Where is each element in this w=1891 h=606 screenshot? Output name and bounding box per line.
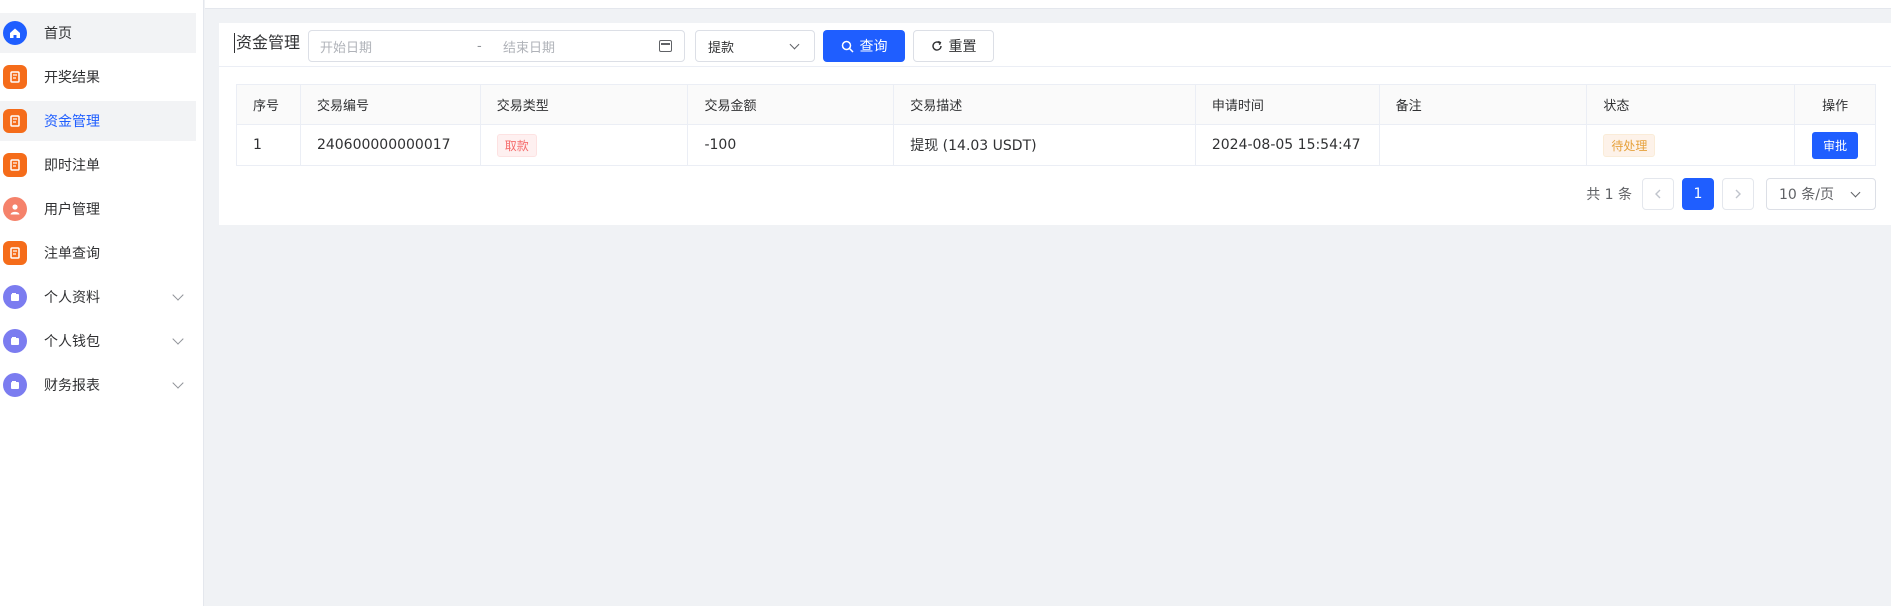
document-icon xyxy=(3,109,27,133)
sidebar-item-label: 首页 xyxy=(44,26,72,42)
status-badge: 待处理 xyxy=(1603,133,1656,157)
sidebar-item-funds[interactable]: 资金管理 xyxy=(0,101,196,141)
top-bar xyxy=(205,0,1891,9)
folder-icon xyxy=(3,285,27,309)
document-icon xyxy=(3,65,27,89)
reset-button[interactable]: 重置 xyxy=(913,30,994,62)
prev-page-button[interactable] xyxy=(1642,178,1674,210)
refresh-icon xyxy=(931,40,942,51)
approve-button[interactable]: 审批 xyxy=(1812,131,1859,159)
header-status: 状态 xyxy=(1587,85,1796,124)
search-icon xyxy=(841,40,854,53)
sidebar-item-profile[interactable]: 个人资料 xyxy=(0,277,196,317)
calendar-icon[interactable] xyxy=(659,40,672,52)
page-size-value: 10 条/页 xyxy=(1779,187,1834,203)
cell-status: 待处理 xyxy=(1587,125,1796,165)
home-icon xyxy=(3,21,27,45)
sidebar-item-home[interactable]: 首页 xyxy=(0,13,196,53)
page-title: 资金管理 xyxy=(234,33,301,53)
pagination: 共 1 条 1 10 条/页 xyxy=(1586,178,1876,210)
sidebar-item-label: 注单查询 xyxy=(44,246,100,262)
transaction-type-select[interactable]: 提款 xyxy=(695,30,815,62)
chevron-down-icon xyxy=(789,39,800,50)
folder-icon xyxy=(3,329,27,353)
document-icon xyxy=(3,241,27,265)
cell-time: 2024-08-05 15:54:47 xyxy=(1196,125,1380,165)
cell-amount: -100 xyxy=(688,125,895,165)
sidebar-item-label: 个人资料 xyxy=(44,290,100,306)
search-button-label: 查询 xyxy=(859,39,888,55)
sidebar-item-bet-query[interactable]: 注单查询 xyxy=(0,233,196,273)
sidebar-item-wallet[interactable]: 个人钱包 xyxy=(0,321,196,361)
user-icon xyxy=(3,197,27,221)
search-button[interactable]: 查询 xyxy=(823,30,905,62)
table-header: 序号 交易编号 交易类型 交易金额 交易描述 申请时间 备注 状态 操作 xyxy=(237,85,1875,125)
cell-remark xyxy=(1380,125,1588,165)
filter-bar: 资金管理 开始日期 - 结束日期 提款 查询 重置 xyxy=(219,23,1891,67)
chevron-left-icon xyxy=(1655,189,1661,199)
header-type: 交易类型 xyxy=(481,85,689,124)
reset-button-label: 重置 xyxy=(948,39,977,55)
select-value: 提款 xyxy=(708,40,735,56)
cell-index: 1 xyxy=(237,125,301,165)
sidebar-item-users[interactable]: 用户管理 xyxy=(0,189,196,229)
folder-icon xyxy=(3,373,27,397)
chevron-down-icon xyxy=(172,377,184,389)
header-remark: 备注 xyxy=(1380,85,1588,124)
document-icon xyxy=(3,153,27,177)
sidebar-item-finance-reports[interactable]: 财务报表 xyxy=(0,365,196,405)
page-size-select[interactable]: 10 条/页 xyxy=(1766,178,1876,210)
sidebar-item-label: 即时注单 xyxy=(44,158,100,174)
cell-type: 取款 xyxy=(481,125,689,165)
sidebar-item-label: 开奖结果 xyxy=(44,70,100,86)
sidebar-item-label: 用户管理 xyxy=(44,202,100,218)
header-desc: 交易描述 xyxy=(894,85,1196,124)
date-range-picker[interactable]: 开始日期 - 结束日期 xyxy=(308,30,685,62)
next-page-button[interactable] xyxy=(1722,178,1754,210)
header-txn-no: 交易编号 xyxy=(301,85,481,124)
pagination-total: 共 1 条 xyxy=(1586,187,1632,203)
type-tag: 取款 xyxy=(496,133,537,157)
end-date-input[interactable]: 结束日期 xyxy=(503,37,555,56)
cell-txn-no: 240600000000017 xyxy=(301,125,481,165)
chevron-right-icon xyxy=(1735,189,1741,199)
header-index: 序号 xyxy=(237,85,301,124)
header-action: 操作 xyxy=(1822,99,1849,114)
chevron-down-icon xyxy=(172,333,184,345)
cell-desc: 提现 (14.03 USDT) xyxy=(894,125,1196,165)
main-panel: 资金管理 开始日期 - 结束日期 提款 查询 重置 序号 交易编号 交易类型 交… xyxy=(219,23,1891,225)
table-row: 1 240600000000017 取款 -100 提现 (14.03 USDT… xyxy=(237,125,1875,165)
chevron-down-icon xyxy=(172,289,184,301)
sidebar-item-label: 财务报表 xyxy=(44,378,100,394)
page-button-current[interactable]: 1 xyxy=(1682,178,1714,210)
date-separator: - xyxy=(477,38,482,54)
sidebar-item-lottery-results[interactable]: 开奖结果 xyxy=(0,57,196,97)
sidebar: 首页 开奖结果 资金管理 即时注单 用户管理 注单查询 个人资料 个人钱包 财务… xyxy=(0,0,204,606)
header-amount: 交易金额 xyxy=(688,85,895,124)
chevron-down-icon xyxy=(1850,187,1861,198)
cell-action: 审批 xyxy=(1795,125,1875,165)
sidebar-item-label: 资金管理 xyxy=(44,114,100,130)
start-date-input[interactable]: 开始日期 xyxy=(320,37,372,56)
transactions-table: 序号 交易编号 交易类型 交易金额 交易描述 申请时间 备注 状态 操作 1 2… xyxy=(236,84,1876,166)
header-time: 申请时间 xyxy=(1196,85,1380,124)
sidebar-item-live-bets[interactable]: 即时注单 xyxy=(0,145,196,185)
sidebar-item-label: 个人钱包 xyxy=(44,334,100,350)
